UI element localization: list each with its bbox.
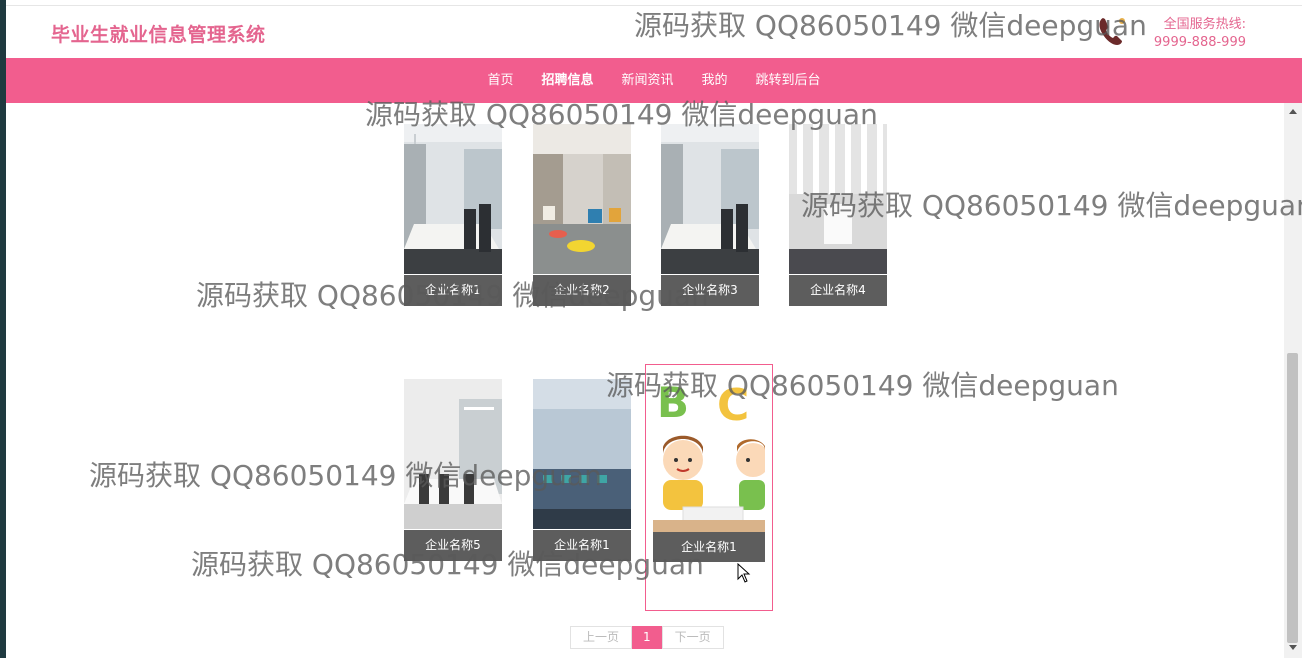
scroll-down-arrow-icon[interactable] — [1289, 645, 1297, 650]
company-name: 企业名称1 — [404, 275, 502, 306]
watermark: 源码获取 QQ86050149 微信deepguan — [89, 459, 602, 492]
scrollbar-thumb[interactable] — [1287, 353, 1298, 643]
company-card[interactable]: 企业名称3 — [661, 124, 759, 306]
company-card[interactable]: 企业名称1 — [404, 124, 502, 306]
hotline-number: 9999-888-999 — [1153, 35, 1246, 50]
hotline: 全国服务热线: 9999-888-999 — [1146, 16, 1246, 52]
company-name: 企业名称1 — [653, 532, 765, 562]
company-image — [661, 124, 759, 274]
nav-item-mine[interactable]: 我的 — [702, 58, 728, 103]
company-name: 企业名称3 — [661, 275, 759, 306]
top-border — [6, 0, 1302, 6]
main-nav: 首页 招聘信息 新闻资讯 我的 跳转到后台 — [6, 58, 1302, 103]
company-name: 企业名称2 — [533, 275, 631, 306]
company-card[interactable]: B C 企业名称1 — [653, 372, 765, 562]
svg-text:C: C — [717, 380, 749, 431]
phone-icon — [1099, 18, 1125, 45]
company-card[interactable]: 企业名称1 — [533, 379, 631, 561]
company-name: 企业名称5 — [404, 530, 502, 561]
company-image: B C — [653, 372, 765, 532]
company-image — [533, 124, 631, 274]
nav-item-home[interactable]: 首页 — [487, 58, 513, 103]
company-image — [533, 379, 631, 529]
company-image — [789, 124, 887, 274]
page: 毕业生就业信息管理系统 全国服务热线: 9999-888-999 首页 招聘信息… — [6, 0, 1302, 658]
site-title[interactable]: 毕业生就业信息管理系统 — [51, 20, 266, 47]
nav-item-news[interactable]: 新闻资讯 — [621, 58, 673, 103]
watermark: 源码获取 QQ86050149 微信deepguan — [634, 9, 1147, 42]
nav-item-recruitment[interactable]: 招聘信息 — [541, 58, 593, 103]
company-image — [404, 379, 502, 529]
company-card[interactable]: 企业名称4 — [789, 124, 887, 306]
company-card[interactable]: 企业名称5 — [404, 379, 502, 561]
nav-item-admin[interactable]: 跳转到后台 — [756, 58, 821, 103]
company-card[interactable]: 企业名称2 — [533, 124, 631, 306]
vertical-scrollbar[interactable] — [1284, 103, 1302, 658]
prev-page-button[interactable]: 上一页 — [570, 626, 633, 649]
svg-text:B: B — [657, 378, 689, 427]
scroll-up-arrow-icon[interactable] — [1289, 109, 1297, 114]
hotline-label: 全国服务热线: — [1163, 17, 1246, 32]
company-name: 企业名称4 — [789, 275, 887, 306]
pagination: 上一页 1 下一页 — [570, 626, 724, 649]
next-page-button[interactable]: 下一页 — [661, 626, 724, 649]
page-number-current[interactable]: 1 — [632, 626, 662, 649]
company-image — [404, 124, 502, 274]
company-name: 企业名称1 — [533, 530, 631, 561]
mouse-cursor-icon — [737, 563, 751, 583]
